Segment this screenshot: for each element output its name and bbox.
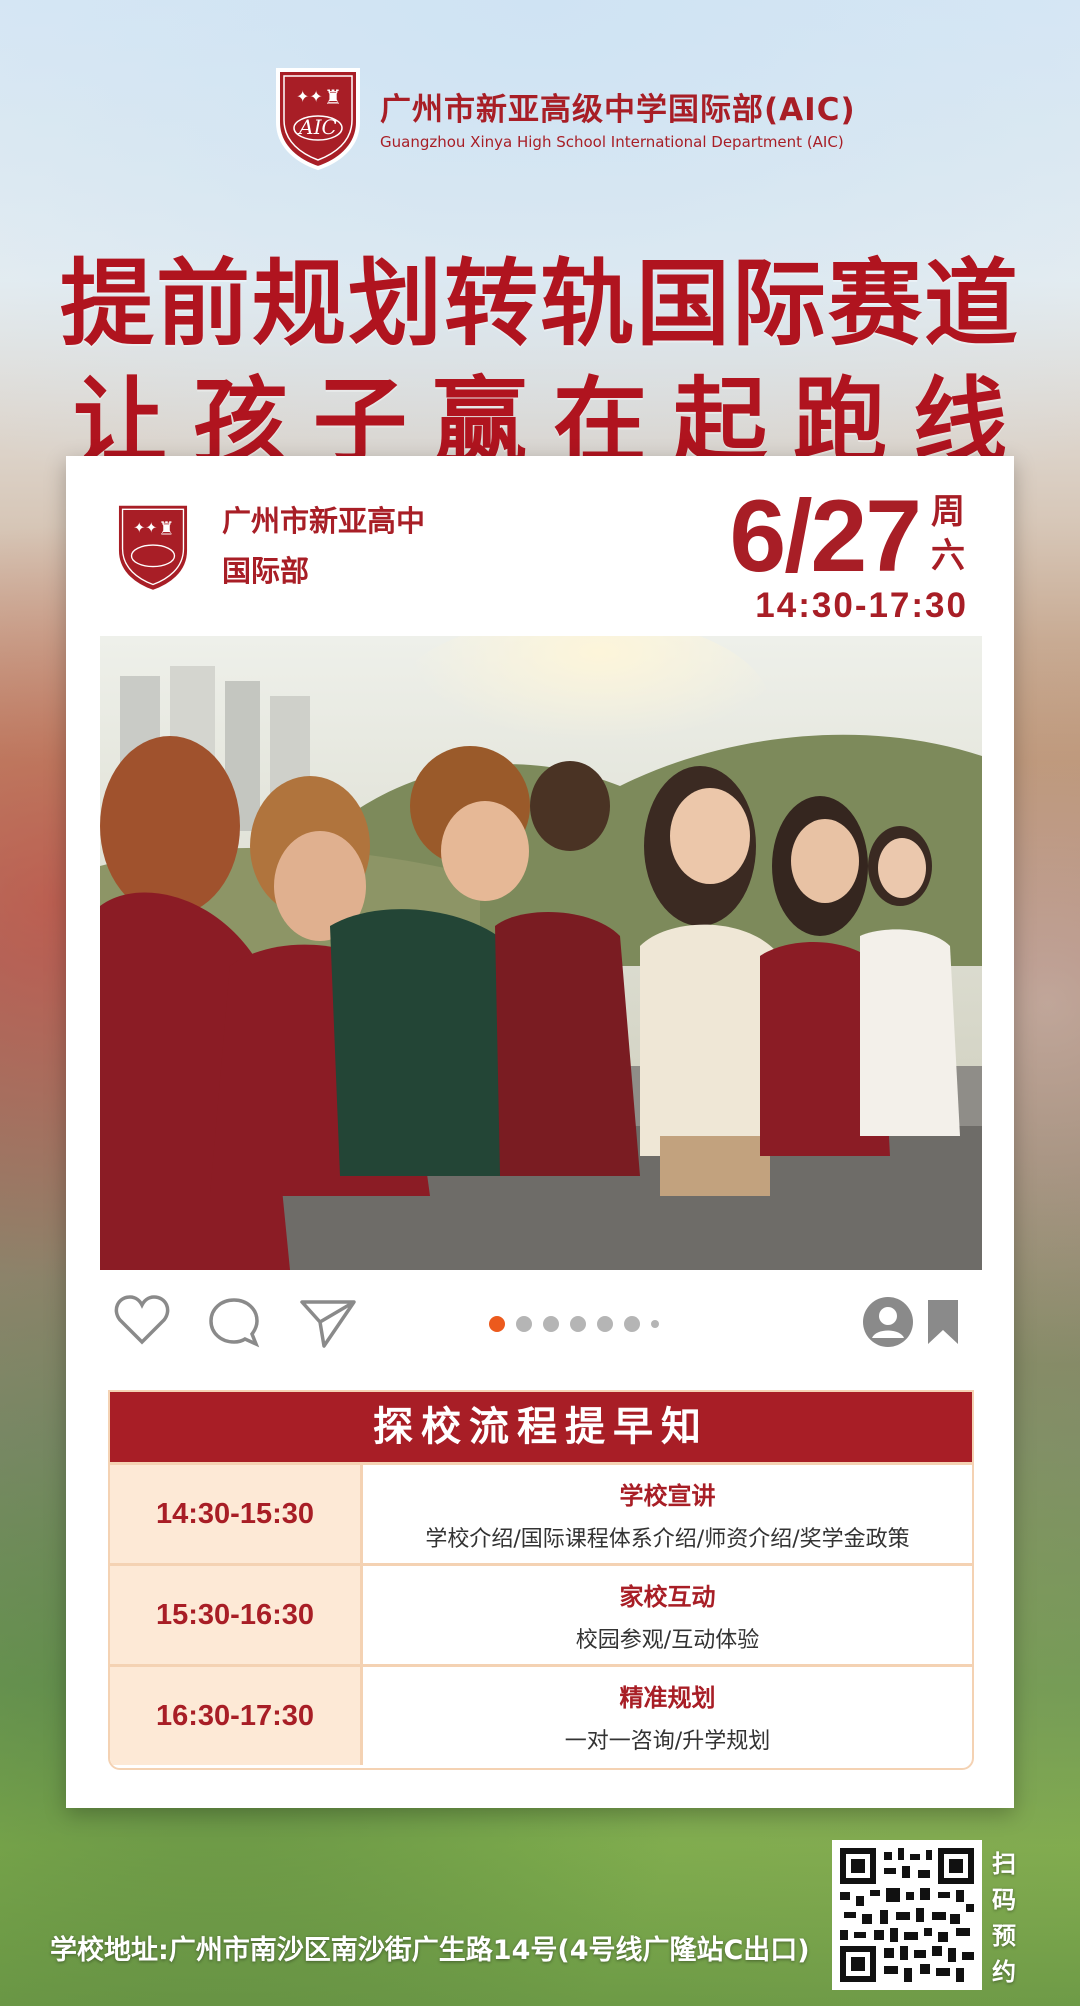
schedule-item-desc: 校园参观/互动体验 bbox=[575, 1627, 760, 1653]
carousel-dot[interactable] bbox=[570, 1316, 586, 1332]
carousel-dots[interactable] bbox=[489, 1316, 670, 1332]
school-name-cn: 广州市新亚高级中学国际部(AIC) bbox=[380, 91, 856, 128]
school-logo: ✦✦ ♜ AIC bbox=[270, 62, 366, 172]
event-card: ✦✦ ♜ 广州市新亚高中 国际部 6/27 周 六 14:30-17:30 探校… bbox=[66, 456, 1014, 1808]
schedule-time: 16:30-17:30 bbox=[110, 1667, 360, 1765]
schedule-item-title: 家校互动 bbox=[619, 1582, 716, 1611]
svg-text:✦✦: ✦✦ bbox=[296, 87, 323, 106]
brand-header: ✦✦ ♜ AIC 广州市新亚高级中学国际部(AIC) Guangzhou Xin… bbox=[270, 62, 856, 172]
schedule-item-title: 精准规划 bbox=[619, 1683, 716, 1712]
svg-text:♜: ♜ bbox=[158, 518, 174, 539]
bookmark-icon[interactable] bbox=[926, 1298, 960, 1350]
carousel-dot[interactable] bbox=[651, 1320, 659, 1328]
svg-text:♜: ♜ bbox=[324, 85, 342, 109]
profile-icon[interactable] bbox=[862, 1296, 914, 1352]
card-school-name: 广州市新亚高中 bbox=[222, 504, 426, 538]
card-logo: ✦✦ ♜ bbox=[110, 496, 196, 596]
carousel-dot[interactable] bbox=[516, 1316, 532, 1332]
school-address: 学校地址:广州市南沙区南沙街广生路14号(4号线广隆站C出口) bbox=[50, 1935, 810, 1966]
share-icon[interactable] bbox=[298, 1294, 358, 1354]
qr-code[interactable] bbox=[832, 1840, 982, 1990]
schedule-table: 探校流程提早知 14:30-15:30 学校宣讲 学校介绍/国际课程体系介绍/师… bbox=[108, 1390, 974, 1770]
card-school-dept: 国际部 bbox=[222, 554, 310, 588]
carousel-dot[interactable] bbox=[489, 1316, 505, 1332]
carousel-dot[interactable] bbox=[624, 1316, 640, 1332]
carousel-dot[interactable] bbox=[597, 1316, 613, 1332]
schedule-title: 探校流程提早知 bbox=[110, 1392, 972, 1462]
headline-line1: 提前规划转轨国际赛道 bbox=[59, 249, 1020, 359]
scan-to-book-label: 扫 码 预 约 bbox=[992, 1850, 1016, 1986]
school-name-en: Guangzhou Xinya High School Internationa… bbox=[380, 132, 844, 151]
students-photo bbox=[100, 636, 982, 1270]
schedule-row: 16:30-17:30 精准规划 一对一咨询/升学规划 bbox=[110, 1664, 972, 1765]
schedule-row: 15:30-16:30 家校互动 校园参观/互动体验 bbox=[110, 1563, 972, 1664]
schedule-item-desc: 一对一咨询/升学规划 bbox=[564, 1728, 771, 1754]
event-date: 6/27 bbox=[729, 479, 922, 593]
schedule-item-desc: 学校介绍/国际课程体系介绍/师资介绍/奖学金政策 bbox=[425, 1526, 910, 1552]
schedule-row: 14:30-15:30 学校宣讲 学校介绍/国际课程体系介绍/师资介绍/奖学金政… bbox=[110, 1462, 972, 1563]
heart-icon[interactable] bbox=[114, 1294, 170, 1350]
schedule-item-title: 学校宣讲 bbox=[619, 1481, 716, 1510]
schedule-time: 15:30-16:30 bbox=[110, 1566, 360, 1664]
event-date-block: 6/27 周 六 14:30-17:30 bbox=[729, 479, 968, 626]
svg-text:✦✦: ✦✦ bbox=[133, 521, 157, 537]
carousel-dot[interactable] bbox=[543, 1316, 559, 1332]
schedule-time: 14:30-15:30 bbox=[110, 1465, 360, 1563]
comment-icon[interactable] bbox=[206, 1294, 262, 1354]
event-time: 14:30-17:30 bbox=[755, 586, 968, 625]
post-actions-bar bbox=[114, 1294, 966, 1354]
event-weekday: 周 六 bbox=[931, 492, 965, 576]
